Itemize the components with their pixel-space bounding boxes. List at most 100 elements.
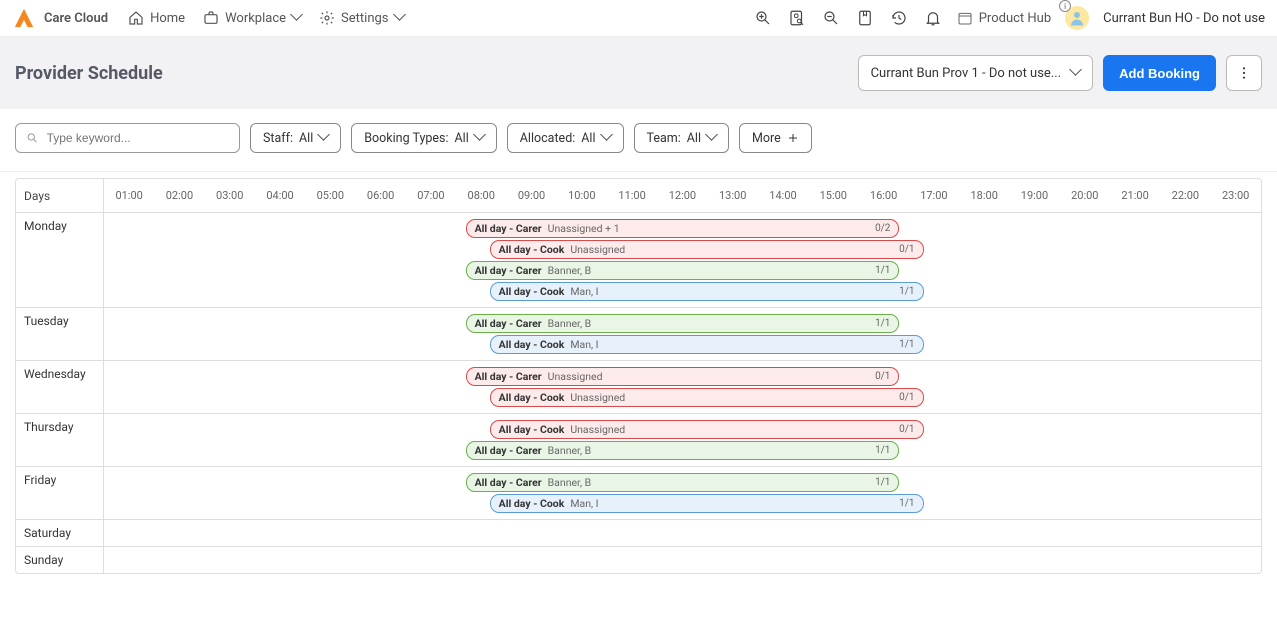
provider-select[interactable]: Currant Bun Prov 1 - Do not use...: [858, 55, 1094, 91]
booking-bar[interactable]: All day - Cook Man, I 1/1: [490, 335, 924, 354]
filter-row: Staff: All Booking Types: All Allocated:…: [0, 109, 1277, 172]
booking-bar[interactable]: All day - Carer Unassigned 0/1: [466, 367, 900, 386]
user-name: Currant Bun HO - Do not use: [1103, 11, 1265, 26]
booking-title: All day - Carer: [475, 370, 542, 383]
booking-count: 0/1: [875, 371, 890, 382]
search-icon: [26, 131, 39, 145]
booking-bar[interactable]: All day - CarerBanner, B1/1: [466, 441, 900, 460]
booking-count: 1/1: [899, 498, 914, 509]
nav-settings[interactable]: Settings: [319, 10, 403, 26]
schedule-grid: Days 01:0002:0003:0004:0005:0006:0007:00…: [15, 178, 1262, 574]
chevron-down-icon: [395, 10, 404, 26]
booking-bar[interactable]: All day - CarerBanner, B1/1: [466, 261, 900, 280]
booking-assignee: Unassigned: [548, 370, 603, 383]
filter-booking-types-label: Booking Types:: [364, 131, 448, 146]
booking-bar[interactable]: All day - CarerUnassigned + 10/2: [466, 219, 900, 238]
hour-cell: 17:00: [909, 189, 959, 202]
booking-title: All day - Cook: [499, 338, 565, 351]
day-label: Friday: [16, 467, 104, 519]
kebab-icon: [1236, 65, 1252, 81]
day-label: Sunday: [16, 547, 104, 573]
filter-staff-value: All: [299, 131, 313, 146]
header-bar: Provider Schedule Currant Bun Prov 1 - D…: [0, 37, 1277, 109]
booking-title: All day - Cook: [499, 391, 565, 404]
bookmark-icon[interactable]: [855, 8, 875, 28]
hour-cell: 02:00: [154, 189, 204, 202]
booking-assignee: Unassigned: [570, 423, 625, 436]
booking-count: 1/1: [899, 286, 914, 297]
filter-booking-types[interactable]: Booking Types: All: [351, 123, 497, 153]
more-actions-button[interactable]: [1226, 55, 1262, 91]
booking-bar[interactable]: All day - CookUnassigned0/1: [490, 420, 924, 439]
filter-staff[interactable]: Staff: All: [250, 123, 341, 153]
day-row: MondayAll day - CarerUnassigned + 10/2Al…: [16, 213, 1261, 308]
day-row: Saturday: [16, 520, 1261, 547]
logo-icon: [12, 6, 36, 30]
filter-team-value: All: [687, 131, 701, 146]
hour-cell: 22:00: [1160, 189, 1210, 202]
day-row: FridayAll day - CarerBanner, B1/1All day…: [16, 467, 1261, 520]
history-icon[interactable]: [889, 8, 909, 28]
top-nav: Care Cloud Home Workplace Settings Produ…: [0, 0, 1277, 37]
gear-icon: [319, 10, 335, 26]
day-body: All day - Carer Unassigned 0/1 All day - Co…: [104, 361, 1261, 413]
day-label: Tuesday: [16, 308, 104, 360]
add-booking-button[interactable]: Add Booking: [1103, 55, 1216, 91]
day-label: Monday: [16, 213, 104, 307]
zoom-in-icon[interactable]: [753, 8, 773, 28]
booking-assignee: Man, I: [570, 497, 598, 510]
nav-workplace[interactable]: Workplace: [203, 10, 301, 26]
booking-count: 0/2: [875, 223, 890, 234]
product-hub[interactable]: Product Hub: [957, 10, 1051, 26]
day-label: Wednesday: [16, 361, 104, 413]
nav-settings-label: Settings: [341, 11, 388, 26]
day-body: All day - Carer Unassigned + 1 0/2 All day …: [104, 213, 1261, 307]
chevron-down-icon: [707, 130, 716, 146]
booking-assignee: Man, I: [570, 285, 598, 298]
search-input-wrap[interactable]: [15, 123, 240, 153]
booking-count: 0/1: [899, 424, 914, 435]
day-body: All day - CarerBanner, B1/1All day - Coo…: [104, 467, 1261, 519]
day-body: All day - CarerBanner, B1/1 All day - Coo…: [104, 308, 1261, 360]
booking-bar[interactable]: All day - CookMan, I1/1: [490, 494, 924, 513]
booking-count: 1/1: [875, 445, 890, 456]
booking-bar[interactable]: All day - CarerBanner, B1/1: [466, 314, 900, 333]
booking-title: All day - Carer: [475, 264, 542, 277]
booking-assignee: Man, I: [570, 338, 598, 351]
filter-team[interactable]: Team: All: [634, 123, 730, 153]
booking-assignee: Unassigned: [570, 243, 625, 256]
booking-title: All day - Carer: [475, 444, 542, 457]
booking-bar[interactable]: All day - CarerBanner, B1/1: [466, 473, 900, 492]
hour-cell: 12:00: [657, 189, 707, 202]
booking-title: All day - Carer: [475, 476, 542, 489]
booking-assignee: Banner, B: [548, 264, 592, 277]
filter-allocated-value: All: [581, 131, 595, 146]
hour-cell: 13:00: [708, 189, 758, 202]
calendar-icon: [957, 10, 973, 26]
booking-bar[interactable]: All day - CookMan, I1/1: [490, 282, 924, 301]
search-input[interactable]: [47, 131, 229, 145]
booking-bar[interactable]: All day - CookUnassigned0/1: [490, 388, 924, 407]
hour-cell: 14:00: [758, 189, 808, 202]
bell-icon[interactable]: [923, 8, 943, 28]
booking-count: 1/1: [899, 339, 914, 350]
filter-allocated[interactable]: Allocated: All: [507, 123, 624, 153]
booking-bar[interactable]: All day - CookUnassigned0/1: [490, 240, 924, 259]
day-body: [104, 547, 1261, 573]
booking-assignee: Unassigned: [570, 391, 625, 404]
filter-more[interactable]: More: [739, 123, 812, 153]
zoom-out-icon[interactable]: [821, 8, 841, 28]
hour-cell: 19:00: [1009, 189, 1059, 202]
hour-cell: 04:00: [255, 189, 305, 202]
hour-cell: 15:00: [808, 189, 858, 202]
nav-home[interactable]: Home: [128, 10, 185, 26]
avatar[interactable]: i: [1065, 6, 1089, 30]
booking-title: All day - Carer: [475, 317, 542, 330]
booking-assignee: Unassigned + 1: [548, 222, 620, 235]
person-search-icon[interactable]: [787, 8, 807, 28]
day-row: WednesdayAll day - CarerUnassigned0/1All…: [16, 361, 1261, 414]
day-body: All day - CookUnassigned0/1All day - Car…: [104, 414, 1261, 466]
hour-cell: 20:00: [1060, 189, 1110, 202]
hour-cell: 11:00: [607, 189, 657, 202]
day-row: Sunday: [16, 547, 1261, 573]
